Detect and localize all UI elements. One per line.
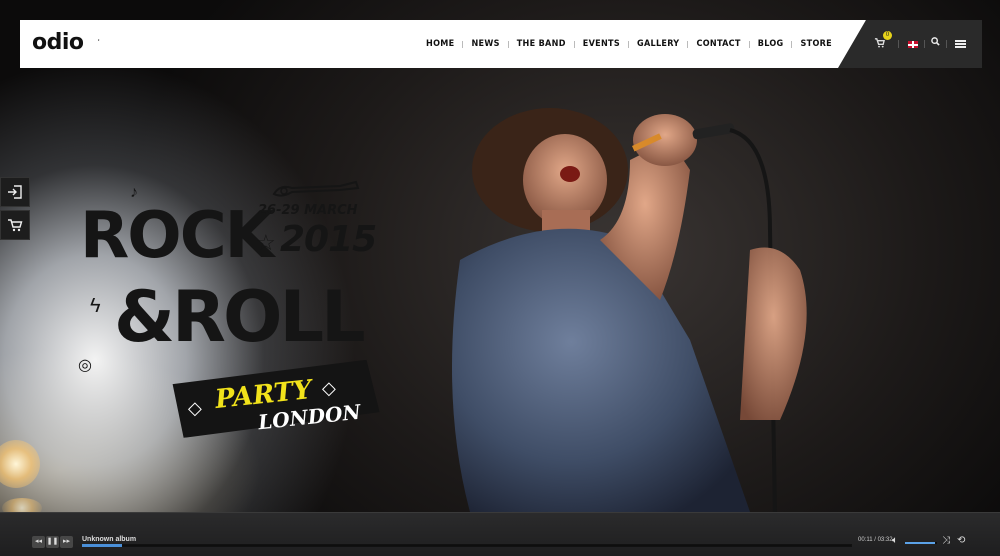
cart-icon[interactable]	[874, 37, 885, 51]
shuffle-icon[interactable]: ⤨	[942, 535, 950, 546]
tools-divider	[898, 40, 899, 48]
logo-mark: ʹ	[98, 38, 100, 47]
singer-photo	[452, 108, 807, 512]
event-dates: 26-29 MARCH	[258, 203, 358, 218]
nav-divider	[462, 40, 464, 48]
time-readout: 00:11 / 03:32	[858, 537, 893, 543]
volume-fill	[905, 542, 936, 544]
search-icon[interactable]	[931, 37, 940, 49]
nav-contact[interactable]: CONTACT	[696, 39, 740, 49]
event-year: 2015	[280, 219, 377, 260]
megaphone-icon: ◎	[78, 357, 92, 374]
page: ROCK &ROLL 26-29 MARCH 2015 ☆ ϟ ♪ ◎ PART…	[0, 0, 1000, 556]
nav-divider	[748, 40, 750, 48]
lightning-icon: ϟ	[90, 295, 101, 317]
main-nav: HOME NEWS THE BAND EVENTS GALLERY CONTAC…	[426, 20, 832, 68]
login-button[interactable]	[0, 177, 30, 207]
star-icon: ☆	[256, 230, 276, 255]
volume-icon[interactable]: 🔈︎	[892, 535, 898, 546]
next-icon: ▸▸	[62, 538, 71, 545]
nav-divider	[628, 40, 629, 48]
nav-the-band[interactable]: THE BAND	[517, 39, 566, 49]
nav-divider	[791, 40, 793, 48]
nav-events[interactable]: EVENTS	[583, 39, 620, 49]
artwork-title-line1: ROCK	[80, 199, 274, 273]
nav-home[interactable]: HOME	[426, 39, 454, 49]
previous-button[interactable]: ◂◂	[32, 536, 45, 548]
cart-icon	[8, 219, 23, 232]
stage-light	[0, 440, 40, 488]
nav-gallery[interactable]: GALLERY	[637, 39, 679, 49]
uk-flag-icon[interactable]	[908, 41, 918, 48]
menu-icon[interactable]	[955, 40, 966, 48]
login-icon	[8, 185, 22, 199]
artwork-title-line2: &ROLL	[114, 276, 366, 358]
progress-fill	[82, 544, 123, 547]
diamond-icon: ◇	[322, 378, 336, 398]
tools-divider	[946, 40, 947, 48]
track-title: Unknown album	[82, 536, 137, 543]
nav-store[interactable]: STORE	[800, 39, 832, 49]
pause-icon: ❚❚	[46, 538, 59, 545]
previous-icon: ◂◂	[34, 538, 43, 545]
nav-divider	[687, 40, 689, 48]
site-header: odio ʹ HOME NEWS THE BAND EVENTS GALLERY…	[20, 20, 982, 68]
pause-button[interactable]: ❚❚	[46, 536, 59, 548]
progress-bar[interactable]	[82, 544, 852, 547]
tools-divider	[924, 40, 925, 48]
repeat-icon[interactable]: ⟲	[957, 535, 965, 546]
audio-player: ◂◂ ❚❚ ▸▸ Unknown album 00:11 / 03:32 🔈︎ …	[0, 512, 1000, 556]
next-button[interactable]: ▸▸	[60, 536, 73, 548]
cart-count-badge: 0	[883, 31, 892, 40]
side-cart-button[interactable]	[0, 210, 30, 240]
diamond-icon: ◇	[188, 398, 202, 418]
hero-slide: ROCK &ROLL 26-29 MARCH 2015 ☆ ϟ ♪ ◎ PART…	[0, 0, 1000, 518]
nav-news[interactable]: NEWS	[471, 39, 499, 49]
nav-blog[interactable]: BLOG	[758, 39, 784, 49]
site-logo[interactable]: odio	[32, 30, 84, 55]
music-note-icon: ♪	[130, 184, 138, 201]
nav-divider	[507, 40, 509, 48]
nav-divider	[573, 40, 575, 48]
guitar-icon	[272, 180, 360, 197]
